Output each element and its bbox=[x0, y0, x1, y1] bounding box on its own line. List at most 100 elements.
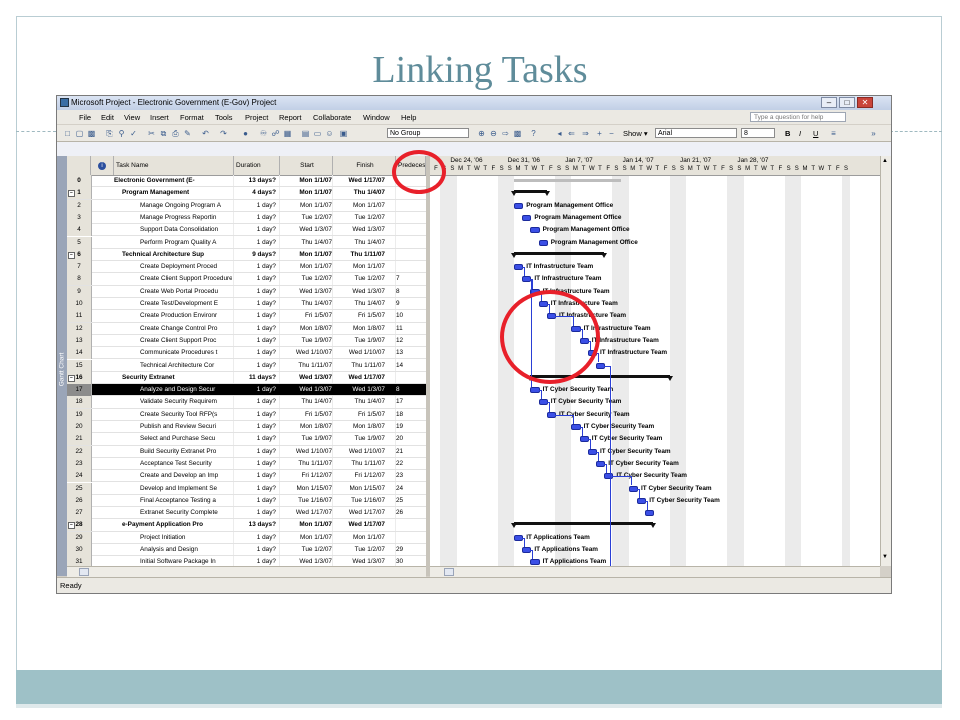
summary-bar-end[interactable] bbox=[543, 191, 550, 197]
cell-name[interactable]: Create and Develop an Imp bbox=[114, 470, 232, 482]
cell-name[interactable]: Perform Program Quality A bbox=[114, 237, 232, 249]
cell-dur[interactable]: 1 day? bbox=[234, 335, 276, 347]
cell-start[interactable]: Mon 1/1/07 bbox=[280, 200, 332, 212]
cell-finish[interactable]: Tue 1/9/07 bbox=[333, 433, 385, 445]
cell-id[interactable]: 10 bbox=[67, 298, 92, 310]
cell-id[interactable]: 31 bbox=[67, 556, 92, 566]
cell-dur[interactable]: 1 day? bbox=[234, 323, 276, 335]
cell-dur[interactable]: 1 day? bbox=[234, 347, 276, 359]
task-bar[interactable] bbox=[530, 227, 540, 234]
show-menu-button[interactable]: Show ▾ bbox=[623, 129, 648, 138]
cell-finish[interactable]: Mon 1/8/07 bbox=[333, 421, 385, 433]
table-row[interactable]: 11 Create Production Environr 1 day? Fri 1/… bbox=[67, 310, 426, 323]
cell-dur[interactable]: 1 day? bbox=[234, 483, 276, 495]
cell-pred[interactable]: 9 bbox=[396, 298, 426, 310]
cell-name[interactable]: Create Web Portal Procedu bbox=[114, 286, 232, 298]
cell-dur[interactable]: 1 day? bbox=[234, 224, 276, 236]
cell-dur[interactable]: 1 day? bbox=[234, 286, 276, 298]
indent-icon[interactable]: ⇒ bbox=[581, 129, 590, 138]
cell-dur[interactable]: 1 day? bbox=[234, 409, 276, 421]
cell-pred[interactable]: 24 bbox=[396, 483, 426, 495]
sheet-horizontal-scrollbar[interactable] bbox=[67, 566, 426, 577]
cell-start[interactable]: Mon 1/8/07 bbox=[280, 421, 332, 433]
table-row[interactable]: 10 Create Test/Development E1 day? Thu 1/4… bbox=[67, 298, 426, 311]
help-search-input[interactable]: Type a question for help bbox=[750, 112, 846, 122]
cell-dur[interactable]: 1 day? bbox=[234, 556, 276, 566]
cell-start[interactable]: Tue 1/9/07 bbox=[280, 433, 332, 445]
cell-pred[interactable] bbox=[396, 261, 426, 273]
cell-name[interactable]: Analyze and Design Secur bbox=[114, 384, 232, 396]
cell-finish[interactable]: Tue 1/16/07 bbox=[333, 495, 385, 507]
summary-bar-end[interactable] bbox=[666, 375, 673, 381]
cell-finish[interactable]: Wed 1/3/07 bbox=[333, 556, 385, 566]
cell-start[interactable]: Tue 1/2/07 bbox=[280, 212, 332, 224]
cell-start[interactable]: Mon 1/1/07 bbox=[280, 175, 332, 187]
align-left-icon[interactable]: ≡ bbox=[829, 129, 838, 138]
cell-finish[interactable]: Mon 1/8/07 bbox=[333, 323, 385, 335]
cell-dur[interactable]: 1 day? bbox=[234, 446, 276, 458]
cell-name[interactable]: Create Deployment Proced bbox=[114, 261, 232, 273]
cell-id[interactable]: 3 bbox=[67, 211, 92, 224]
cell-start[interactable]: Wed 1/17/07 bbox=[280, 507, 332, 519]
cut-icon[interactable]: ✂ bbox=[147, 129, 156, 138]
table-row[interactable]: 30 Analysis and Design 1 day? Tue 1/2/07 Tue… bbox=[67, 544, 426, 557]
cell-pred[interactable] bbox=[396, 212, 426, 224]
cell-finish[interactable]: Wed 1/17/07 bbox=[333, 519, 385, 531]
publish-icon[interactable]: ▣ bbox=[339, 129, 348, 138]
cell-finish[interactable]: Mon 1/1/07 bbox=[333, 200, 385, 212]
entry-bar[interactable] bbox=[57, 142, 891, 157]
cell-pred[interactable]: 25 bbox=[396, 495, 426, 507]
cell-start[interactable]: Thu 1/4/07 bbox=[280, 237, 332, 249]
menu-tools[interactable]: Tools bbox=[215, 113, 233, 122]
project-summary-bar[interactable] bbox=[514, 179, 621, 182]
cell-dur[interactable]: 1 day? bbox=[234, 458, 276, 470]
scroll-down-icon[interactable]: ▼ bbox=[882, 554, 888, 560]
menu-collaborate[interactable]: Collaborate bbox=[313, 113, 351, 122]
cell-start[interactable]: Fri 1/5/07 bbox=[280, 310, 332, 322]
cell-dur[interactable]: 1 day? bbox=[234, 310, 276, 322]
cell-dur[interactable]: 1 day? bbox=[234, 495, 276, 507]
cell-dur[interactable]: 1 day? bbox=[234, 273, 276, 285]
cell-pred[interactable]: 14 bbox=[396, 360, 426, 372]
menu-view[interactable]: View bbox=[124, 113, 140, 122]
cell-dur[interactable]: 1 day? bbox=[234, 433, 276, 445]
cell-id[interactable]: 19 bbox=[67, 408, 92, 421]
table-row[interactable]: 6− Technical Architecture Sup 9 days? Mon 1… bbox=[67, 248, 426, 262]
cell-id[interactable]: 22 bbox=[67, 445, 92, 458]
cell-pred[interactable]: 20 bbox=[396, 433, 426, 445]
cell-finish[interactable]: Fri 1/5/07 bbox=[333, 409, 385, 421]
cell-finish[interactable]: Tue 1/2/07 bbox=[333, 273, 385, 285]
assign-resources-icon[interactable]: ☺ bbox=[325, 129, 334, 138]
menu-report[interactable]: Report bbox=[279, 113, 302, 122]
cell-pred[interactable]: 18 bbox=[396, 409, 426, 421]
cell-name[interactable]: Analysis and Design bbox=[114, 544, 232, 556]
undo-icon[interactable]: ↶ bbox=[201, 129, 210, 138]
cell-start[interactable]: Fri 1/12/07 bbox=[280, 470, 332, 482]
cell-id[interactable]: 12 bbox=[67, 322, 92, 335]
zoom-in-icon[interactable]: ⊕ bbox=[477, 129, 486, 138]
cell-name[interactable]: Security Extranet bbox=[114, 372, 232, 384]
cell-start[interactable]: Mon 1/1/07 bbox=[280, 532, 332, 544]
table-row[interactable]: 3 Manage Progress Reportin 1 day? Tue 1/2/0… bbox=[67, 211, 426, 225]
view-bar[interactable]: Gantt Chart bbox=[57, 156, 67, 576]
header-task-name[interactable]: Task Name bbox=[114, 156, 234, 175]
cell-dur[interactable]: 1 day? bbox=[234, 532, 276, 544]
task-bar[interactable] bbox=[538, 239, 548, 246]
cell-dur[interactable]: 1 day? bbox=[234, 544, 276, 556]
cell-dur[interactable]: 1 day? bbox=[234, 396, 276, 408]
cell-id[interactable]: 17 bbox=[67, 384, 92, 397]
cell-pred[interactable] bbox=[396, 532, 426, 544]
cell-start[interactable]: Mon 1/1/07 bbox=[280, 249, 332, 261]
cell-name[interactable]: Technical Architecture Cor bbox=[114, 360, 232, 372]
summary-bar-end[interactable] bbox=[601, 252, 608, 258]
cell-pred[interactable]: 13 bbox=[396, 347, 426, 359]
cell-finish[interactable]: Wed 1/17/07 bbox=[333, 372, 385, 384]
menu-window[interactable]: Window bbox=[363, 113, 390, 122]
table-row[interactable]: 8 Create Client Support Procedure 1 day? Tu… bbox=[67, 273, 426, 286]
table-row[interactable]: 1− Program Management 4 days? Mon 1/1/07 Thu… bbox=[67, 187, 426, 200]
table-row[interactable]: 20 Publish and Review Securi 1 day? Mon 1/8… bbox=[67, 421, 426, 434]
maximize-button[interactable]: □ bbox=[839, 97, 855, 108]
cell-start[interactable]: Wed 1/10/07 bbox=[280, 347, 332, 359]
cell-pred[interactable]: 12 bbox=[396, 335, 426, 347]
vertical-scrollbar[interactable]: ▲ ▼ bbox=[880, 156, 891, 566]
